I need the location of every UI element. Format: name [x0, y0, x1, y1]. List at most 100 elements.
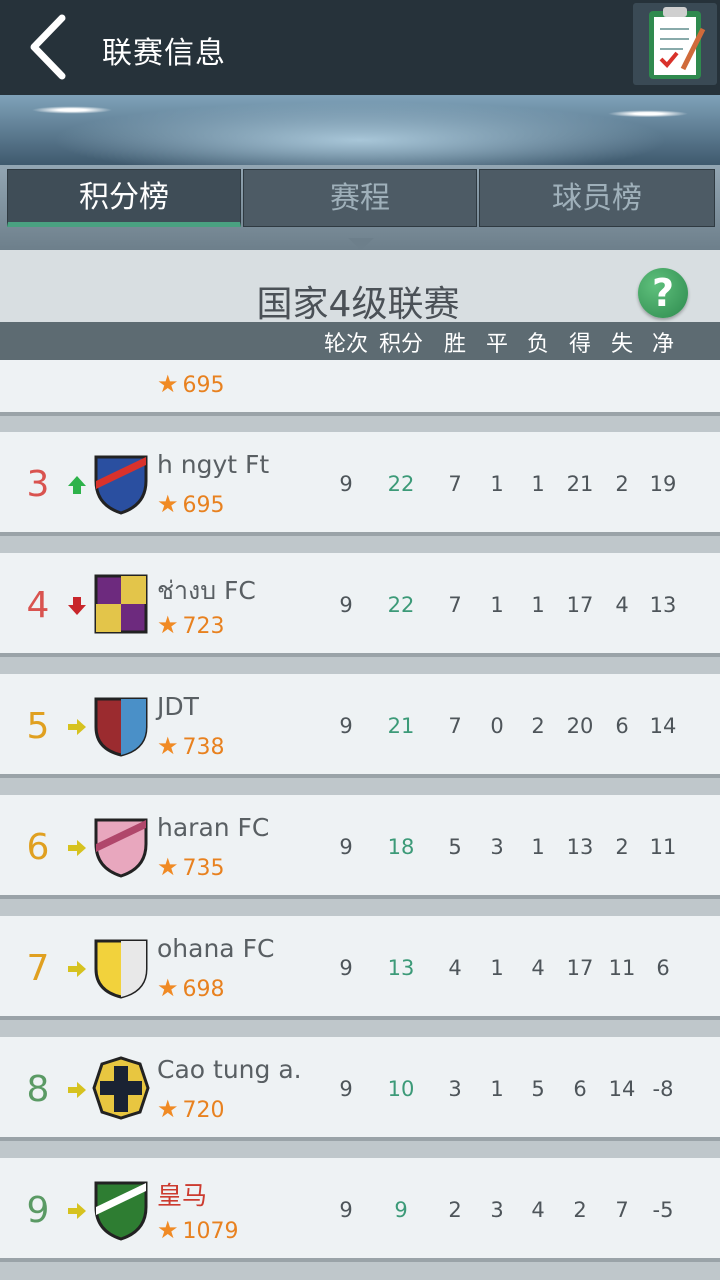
col-goal-diff: 净: [651, 332, 674, 357]
rank-number: 8: [26, 1069, 50, 1110]
back-button[interactable]: [24, 12, 74, 82]
team-rating-value: 695: [182, 373, 225, 398]
stat-gd: -5: [652, 1198, 674, 1222]
tab-standings[interactable]: 积分榜: [7, 169, 241, 227]
stat-won: 5: [448, 835, 462, 859]
stat-lost: 2: [531, 714, 545, 738]
col-points: 积分: [378, 332, 423, 357]
team-rating: ★ 1079: [157, 1216, 239, 1244]
column-header-bar: 轮次 积分 胜 平 负 得 失 净: [0, 322, 720, 360]
team-badge-icon: [92, 572, 150, 638]
stat-drawn: 3: [490, 1198, 504, 1222]
star-icon: ★: [157, 732, 179, 760]
star-icon: ★: [157, 490, 179, 518]
table-row[interactable]: 8 Cao tung a. ★ 720 9 10 3 1 5 6 14 -8: [0, 1037, 720, 1141]
stat-played: 9: [339, 1077, 353, 1101]
stat-gf: 20: [566, 714, 594, 738]
table-row-partial[interactable]: ★ 695: [0, 360, 720, 416]
team-rating: ★ 695: [157, 490, 225, 518]
stat-won: 4: [448, 956, 462, 980]
rank-number: 9: [26, 1190, 50, 1231]
col-goals-for: 得: [568, 332, 591, 357]
stat-gf: 13: [566, 835, 594, 859]
clipboard-checklist-icon: [649, 7, 706, 79]
stat-played: 9: [339, 956, 353, 980]
team-rating: ★ 720: [157, 1095, 225, 1123]
clipboard-button[interactable]: [633, 3, 717, 85]
team-name[interactable]: ช่างบ FC: [157, 571, 256, 611]
arrow-right-icon: [66, 716, 88, 738]
standings-list[interactable]: ★ 695 3h ngyt Ft ★ 695 9 22 7 1 1 21 2 19 4 ช่างบ FC ★…: [0, 360, 720, 1280]
table-row[interactable]: 9 皇马 ★ 1079 9 9 2 3 4 2 7 -5: [0, 1158, 720, 1262]
table-row[interactable]: 3 h ngyt Ft ★ 695 9 22 7 1 1 21 2 19: [0, 432, 720, 536]
team-name[interactable]: ohana FC: [157, 934, 274, 963]
table-row[interactable]: 6 haran FC ★ 735 9 18 5 3 1 13 2 11: [0, 795, 720, 899]
team-rating-value: 1079: [182, 1219, 239, 1244]
stat-ga: 6: [615, 714, 629, 738]
stat-ga: 14: [608, 1077, 636, 1101]
table-row[interactable]: 4 ช่างบ FC ★ 723 9 22 7 1 1 17 4 13: [0, 553, 720, 657]
team-rating-value: 720: [182, 1098, 225, 1123]
team-rating: ★ 695: [157, 370, 225, 398]
stat-lost: 1: [531, 472, 545, 496]
table-row[interactable]: 5 JDT ★ 738 9 21 7 0 2 20 6 14: [0, 674, 720, 778]
tab-player-ranking[interactable]: 球员榜: [479, 169, 715, 227]
arrow-up-icon: [66, 474, 88, 496]
stat-points: 21: [387, 714, 415, 738]
stat-gf: 17: [566, 593, 594, 617]
team-rating-value: 738: [182, 735, 225, 760]
team-badge-icon: [92, 935, 150, 1001]
stat-played: 9: [339, 835, 353, 859]
rank-number: 5: [26, 706, 50, 747]
star-icon: ★: [157, 1095, 179, 1123]
top-bar: 联赛信息: [0, 0, 720, 95]
stat-gd: 19: [649, 472, 677, 496]
stat-played: 9: [339, 714, 353, 738]
team-name[interactable]: haran FC: [157, 813, 269, 842]
tab-pointer: [348, 238, 374, 250]
col-played: 轮次: [323, 332, 368, 357]
stat-lost: 1: [531, 835, 545, 859]
stat-lost: 4: [531, 956, 545, 980]
stat-lost: 5: [531, 1077, 545, 1101]
star-icon: ★: [157, 853, 179, 881]
team-name[interactable]: 皇马: [157, 1176, 207, 1212]
stat-drawn: 0: [490, 714, 504, 738]
stat-points: 10: [387, 1077, 415, 1101]
arrow-right-icon: [66, 1079, 88, 1101]
stat-drawn: 3: [490, 835, 504, 859]
team-name[interactable]: Cao tung a.: [157, 1055, 302, 1084]
league-name: 国家4级联赛: [256, 284, 460, 325]
stat-gf: 17: [566, 956, 594, 980]
tab-schedule[interactable]: 赛程: [243, 169, 477, 227]
stat-gd: 11: [649, 835, 677, 859]
team-rating-value: 723: [182, 614, 225, 639]
team-badge-icon: [92, 1056, 150, 1122]
stat-drawn: 1: [490, 472, 504, 496]
col-drawn: 平: [485, 332, 508, 357]
stat-won: 2: [448, 1198, 462, 1222]
help-button[interactable]: ?: [638, 268, 688, 318]
stat-won: 7: [448, 714, 462, 738]
team-name[interactable]: JDT: [157, 692, 199, 721]
stat-drawn: 1: [490, 956, 504, 980]
stat-points: 22: [387, 593, 415, 617]
table-row[interactable]: 7 ohana FC ★ 698 9 13 4 1 4 17 11 6: [0, 916, 720, 1020]
rank-number: 3: [26, 464, 50, 505]
star-icon: ★: [157, 974, 179, 1002]
arrow-right-icon: [66, 837, 88, 859]
stat-points: 22: [387, 472, 415, 496]
team-rating-value: 698: [182, 977, 225, 1002]
team-rating: ★ 698: [157, 974, 225, 1002]
team-badge-icon: [92, 693, 150, 759]
stat-ga: 2: [615, 472, 629, 496]
stat-ga: 11: [608, 956, 636, 980]
stat-gd: 14: [649, 714, 677, 738]
stat-played: 9: [339, 472, 353, 496]
stat-gf: 21: [566, 472, 594, 496]
team-name[interactable]: h ngyt Ft: [157, 450, 269, 479]
stat-lost: 1: [531, 593, 545, 617]
team-rating: ★ 735: [157, 853, 225, 881]
col-lost: 负: [526, 332, 549, 357]
stat-points: 18: [387, 835, 415, 859]
